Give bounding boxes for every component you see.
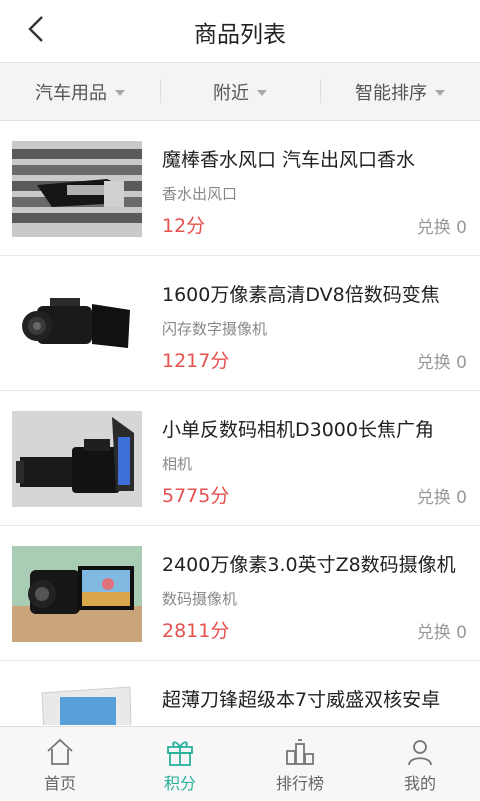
filter-nearby-label: 附近 [213, 82, 249, 104]
filter-bar: 汽车用品 附近 智能排序 [0, 63, 480, 121]
tab-profile[interactable]: 我的 [360, 727, 480, 801]
product-price: 2811分 [162, 620, 230, 642]
product-category: 相机 [162, 455, 193, 473]
tab-home[interactable]: 首页 [0, 727, 120, 801]
header: 商品列表 [0, 0, 480, 63]
product-name: 超薄刀锋超级本7寸威盛双核安卓 [162, 689, 441, 711]
filter-category-label: 汽车用品 [35, 82, 107, 104]
product-category: 数码摄像机 [162, 590, 238, 608]
gift-icon [167, 741, 193, 766]
product-category: 闪存数字摄像机 [162, 320, 268, 338]
product-item[interactable]: 2400万像素3.0英寸Z8数码摄像机 数码摄像机 2811分 兑换 0 [0, 526, 480, 661]
product-image-dslr-camera [12, 411, 142, 507]
tab-points[interactable]: 积分 [120, 727, 240, 801]
product-image-tablet [12, 681, 142, 725]
filter-nearby[interactable]: 附近 [160, 63, 320, 120]
tab-ranking-label: 排行榜 [275, 774, 324, 793]
product-price: 5775分 [162, 485, 230, 507]
redeem-count: 兑换 0 [416, 623, 467, 643]
product-name: 2400万像素3.0英寸Z8数码摄像机 [162, 554, 456, 576]
bottom-tab-bar: 首页 积分 排行榜 我的 [0, 726, 480, 801]
ranking-icon [286, 739, 314, 765]
home-icon [47, 738, 73, 765]
redeem-count: 兑换 0 [416, 488, 467, 508]
page-title: 商品列表 [194, 22, 286, 48]
product-category: 香水出风口 [162, 185, 238, 203]
filter-category[interactable]: 汽车用品 [0, 63, 160, 120]
tab-home-label: 首页 [43, 774, 76, 793]
filter-sort-label: 智能排序 [355, 82, 427, 104]
product-image-video-camera [12, 546, 142, 642]
product-item[interactable]: 1600万像素高清DV8倍数码变焦 闪存数字摄像机 1217分 兑换 0 [0, 256, 480, 391]
product-name: 魔棒香水风口 汽车出风口香水 [162, 149, 416, 171]
tab-points-label: 积分 [163, 774, 196, 793]
product-item[interactable]: 超薄刀锋超级本7寸威盛双核安卓 [0, 661, 480, 725]
chevron-down-icon [435, 89, 445, 96]
product-image-air-freshener [12, 141, 142, 237]
redeem-count: 兑换 0 [416, 353, 467, 373]
product-price: 12分 [162, 215, 206, 237]
product-list[interactable]: 魔棒香水风口 汽车出风口香水 香水出风口 12分 兑换 0 1600万像素高清D… [0, 121, 480, 725]
product-name: 1600万像素高清DV8倍数码变焦 [162, 284, 440, 306]
product-item[interactable]: 魔棒香水风口 汽车出风口香水 香水出风口 12分 兑换 0 [0, 121, 480, 256]
redeem-count: 兑换 0 [416, 218, 467, 238]
chevron-down-icon [115, 89, 125, 96]
product-price: 1217分 [162, 350, 230, 372]
filter-sort[interactable]: 智能排序 [320, 63, 480, 120]
tab-profile-label: 我的 [403, 774, 436, 793]
chevron-down-icon [257, 89, 267, 96]
tab-ranking[interactable]: 排行榜 [240, 727, 360, 801]
product-image-camcorder [12, 276, 142, 372]
product-item[interactable]: 小单反数码相机D3000长焦广角 相机 5775分 兑换 0 [0, 391, 480, 526]
product-name: 小单反数码相机D3000长焦广角 [162, 419, 434, 441]
profile-icon [408, 740, 432, 766]
